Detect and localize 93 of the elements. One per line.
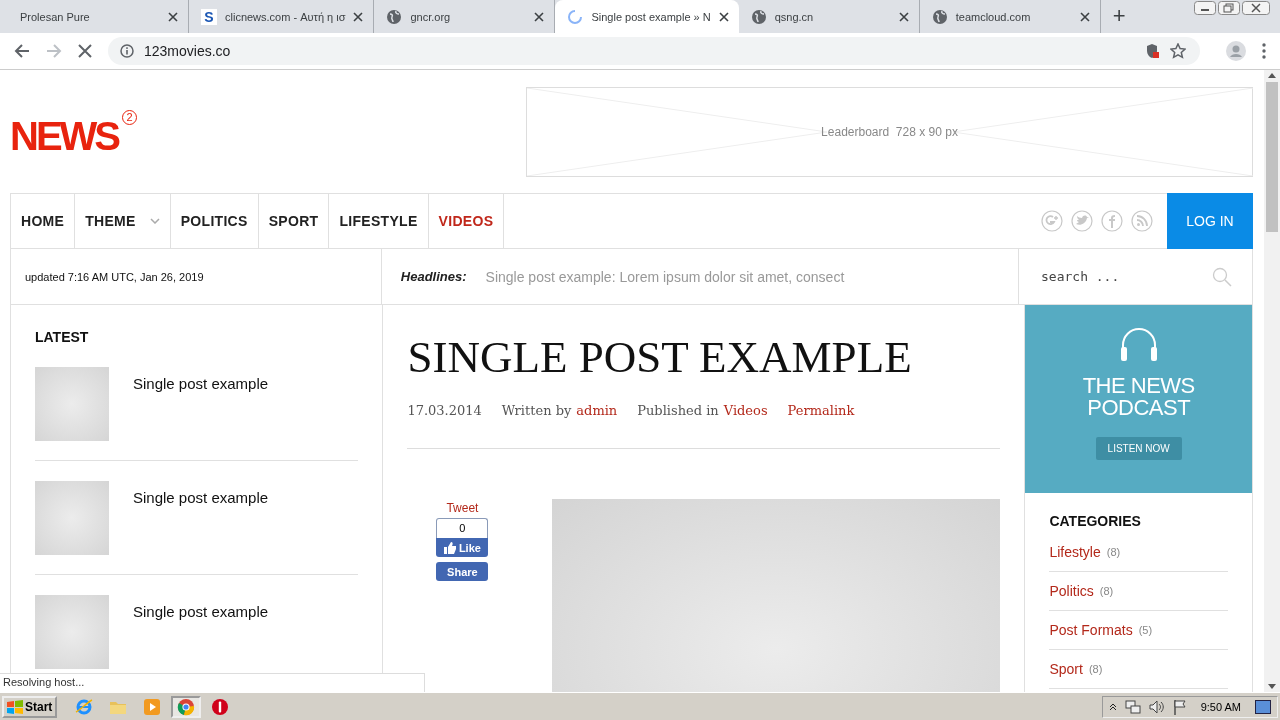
ad-label: Leaderboard 728 x 90 px: [821, 125, 958, 139]
stop-icon[interactable]: [78, 44, 92, 58]
globe-icon: [750, 8, 767, 25]
nav-item[interactable]: VIDEOS: [428, 194, 505, 248]
new-tab-button[interactable]: +: [1112, 3, 1126, 29]
nav-item[interactable]: POLITICS: [170, 194, 259, 248]
loading-spinner-icon: [567, 8, 584, 25]
minimize-icon[interactable]: [1194, 1, 1216, 15]
ad-banner[interactable]: Leaderboard 728 x 90 px: [526, 87, 1253, 177]
speaker-icon[interactable]: [1148, 698, 1165, 715]
site-logo[interactable]: NEWS: [10, 116, 118, 156]
stop-sign-icon: [211, 697, 230, 716]
clock-time: 9:50 AM: [1200, 700, 1241, 713]
shield-icon[interactable]: [1146, 43, 1160, 59]
permalink-link[interactable]: Permalink: [787, 403, 855, 418]
post-link[interactable]: Single post example: [133, 489, 269, 555]
promo-title: PODCAST: [1087, 397, 1191, 419]
close-icon[interactable]: [1242, 1, 1270, 15]
post-date: 17.03.2014: [407, 403, 482, 418]
podcast-banner[interactable]: THE NEWS PODCAST LISTEN NOW: [1025, 305, 1252, 493]
headlines-label: Headlines:: [400, 269, 467, 284]
listen-now-button[interactable]: LISTEN NOW: [1095, 437, 1182, 460]
windows-logo-icon: [7, 699, 23, 714]
taskbar-app[interactable]: [171, 695, 202, 718]
tweet-link[interactable]: Tweet: [436, 501, 489, 515]
back-icon[interactable]: [14, 43, 30, 59]
star-icon[interactable]: [1170, 43, 1186, 59]
category-count: (8): [1088, 663, 1103, 675]
flag-icon[interactable]: [1172, 698, 1187, 715]
close-icon[interactable]: [718, 11, 729, 22]
tab-title: qsng.cn: [774, 10, 815, 23]
tab-title: teamcloud.com: [955, 10, 1032, 23]
show-desktop-icon[interactable]: [1255, 699, 1271, 714]
meta-label: Published in: [637, 403, 719, 418]
thumbnail-placeholder[interactable]: [35, 367, 109, 441]
section-heading: LATEST: [35, 329, 90, 345]
media-player-icon: [143, 697, 162, 716]
browser-icon: [75, 697, 94, 716]
tab-title: gncr.org: [410, 10, 452, 23]
category-link[interactable]: Lifestyle: [1049, 544, 1101, 560]
info-icon: [120, 44, 134, 58]
close-icon[interactable]: [1079, 11, 1090, 22]
status-text: Resolving host...: [0, 673, 425, 692]
close-icon[interactable]: [534, 11, 545, 22]
site-favicon: S: [201, 8, 217, 25]
category-link[interactable]: Politics: [1049, 583, 1094, 599]
tab-title: clicnews.com - Αυτή η ισ: [225, 10, 346, 23]
scroll-up-icon: [1268, 73, 1276, 78]
scroll-down-icon: [1268, 684, 1276, 689]
category-count: (5): [1138, 624, 1153, 636]
nav-item[interactable]: LIFESTYLE: [329, 194, 429, 248]
author-link[interactable]: admin: [576, 403, 618, 418]
category-count: (8): [1099, 585, 1114, 597]
address-bar[interactable]: 123movies.co: [108, 37, 1200, 65]
globe-icon: [386, 8, 403, 25]
globe-icon: [931, 8, 948, 25]
scroll-thumb[interactable]: [1266, 82, 1278, 232]
post-title: SINGLE POST EXAMPLE: [407, 331, 913, 383]
tab-title: Prolesan Pure: [20, 10, 91, 23]
nav-item[interactable]: SPORT: [258, 194, 330, 248]
nav-item[interactable]: THEME: [75, 194, 171, 248]
menu-icon[interactable]: [1262, 43, 1266, 59]
scrollbar[interactable]: [1264, 70, 1280, 692]
start-button[interactable]: Start: [2, 695, 58, 718]
close-icon[interactable]: [353, 11, 364, 22]
maximize-icon[interactable]: [1218, 1, 1240, 15]
category-count: (8): [1106, 546, 1121, 558]
browser-tab[interactable]: Single post example » N: [555, 0, 739, 33]
login-button[interactable]: LOG IN: [1167, 193, 1253, 249]
meta-label: Written by: [501, 403, 572, 418]
promo-title: THE NEWS: [1082, 375, 1195, 397]
category-link[interactable]: Sport: [1049, 661, 1083, 677]
updated-text: updated 7:16 AM UTC, Jan 26, 2019: [25, 270, 204, 283]
thumbnail-placeholder[interactable]: [35, 595, 109, 669]
network-icon[interactable]: [1124, 698, 1141, 715]
nav-item[interactable]: HOME: [11, 194, 76, 248]
close-icon[interactable]: [168, 11, 178, 22]
section-heading: CATEGORIES: [1049, 513, 1142, 529]
post-link[interactable]: Single post example: [133, 375, 269, 441]
thumbs-up-icon: [443, 541, 456, 554]
account-icon[interactable]: [1226, 41, 1246, 61]
headphones-icon: [1118, 327, 1159, 363]
like-button[interactable]: Like: [436, 538, 489, 557]
chrome-icon: [177, 697, 196, 716]
share-button[interactable]: Share: [436, 562, 489, 581]
close-icon[interactable]: [898, 11, 909, 22]
category-link[interactable]: Videos: [723, 403, 768, 418]
chevron-up-icon[interactable]: [1108, 702, 1117, 711]
chevron-down-icon: [149, 218, 160, 224]
post-link[interactable]: Single post example: [133, 603, 269, 669]
tab-title: Single post example » N: [591, 10, 711, 23]
category-link[interactable]: Post Formats: [1049, 622, 1133, 638]
thumbnail-placeholder[interactable]: [35, 481, 109, 555]
